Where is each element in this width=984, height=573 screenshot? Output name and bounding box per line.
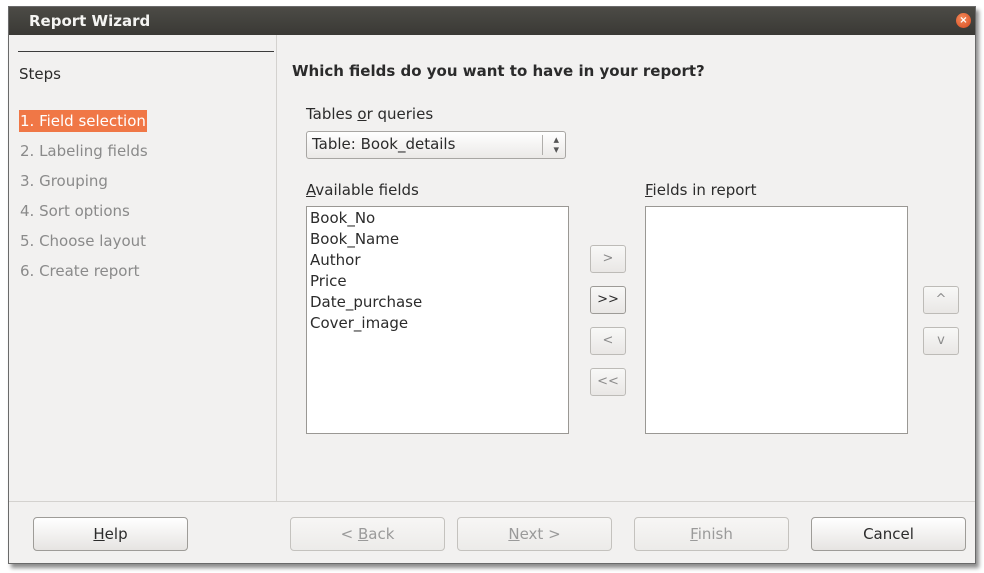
step-sort-options[interactable]: 4. Sort options bbox=[19, 200, 131, 222]
list-item[interactable]: Cover_image bbox=[310, 314, 408, 332]
available-fields-list[interactable]: Book_No Book_Name Author Price Date_purc… bbox=[306, 206, 569, 434]
cancel-button[interactable]: Cancel bbox=[811, 517, 966, 551]
step-create-report[interactable]: 6. Create report bbox=[19, 260, 141, 282]
step-labeling-fields[interactable]: 2. Labeling fields bbox=[19, 140, 149, 162]
next-button[interactable]: Next > bbox=[457, 517, 612, 551]
remove-field-button[interactable]: < bbox=[590, 327, 626, 355]
report-wizard-dialog: Report Wizard × Steps 1. Field selection… bbox=[8, 6, 976, 564]
step-grouping[interactable]: 3. Grouping bbox=[19, 170, 109, 192]
table-select[interactable]: Table: Book_details ▴ ▾ bbox=[306, 131, 566, 159]
finish-button[interactable]: Finish bbox=[634, 517, 789, 551]
fields-in-report-label: Fields in report bbox=[645, 181, 757, 199]
back-button[interactable]: < Back bbox=[290, 517, 445, 551]
title-bar: Report Wizard × bbox=[9, 7, 975, 35]
list-item[interactable]: Date_purchase bbox=[310, 293, 422, 311]
help-button[interactable]: Help bbox=[33, 517, 188, 551]
footer-divider bbox=[9, 501, 975, 502]
list-item[interactable]: Book_No bbox=[310, 209, 375, 227]
combo-separator bbox=[542, 135, 543, 155]
chevron-down-icon: v bbox=[937, 333, 945, 348]
move-down-button[interactable]: v bbox=[923, 327, 959, 355]
add-all-fields-button[interactable]: >> bbox=[590, 286, 626, 314]
steps-divider bbox=[18, 51, 274, 52]
add-field-button[interactable]: > bbox=[590, 245, 626, 273]
window-title: Report Wizard bbox=[29, 12, 151, 30]
close-icon[interactable]: × bbox=[956, 13, 971, 28]
step-choose-layout[interactable]: 5. Choose layout bbox=[19, 230, 147, 252]
updown-arrows-icon: ▴ ▾ bbox=[553, 133, 559, 156]
tables-label: Tables or queries bbox=[306, 105, 434, 123]
fields-in-report-list[interactable] bbox=[645, 206, 908, 434]
steps-title: Steps bbox=[19, 65, 61, 83]
list-item[interactable]: Book_Name bbox=[310, 230, 399, 248]
move-up-button[interactable]: ^ bbox=[923, 286, 959, 314]
chevron-up-icon: ^ bbox=[935, 292, 947, 307]
steps-panel: Steps 1. Field selection 2. Labeling fie… bbox=[9, 35, 277, 501]
list-item[interactable]: Price bbox=[310, 272, 347, 290]
remove-all-fields-button[interactable]: << bbox=[590, 368, 626, 396]
table-select-value: Table: Book_details bbox=[312, 135, 456, 153]
step-field-selection[interactable]: 1. Field selection bbox=[19, 110, 147, 132]
page-heading: Which fields do you want to have in your… bbox=[292, 62, 705, 80]
list-item[interactable]: Author bbox=[310, 251, 361, 269]
available-fields-label: Available fields bbox=[306, 181, 419, 199]
